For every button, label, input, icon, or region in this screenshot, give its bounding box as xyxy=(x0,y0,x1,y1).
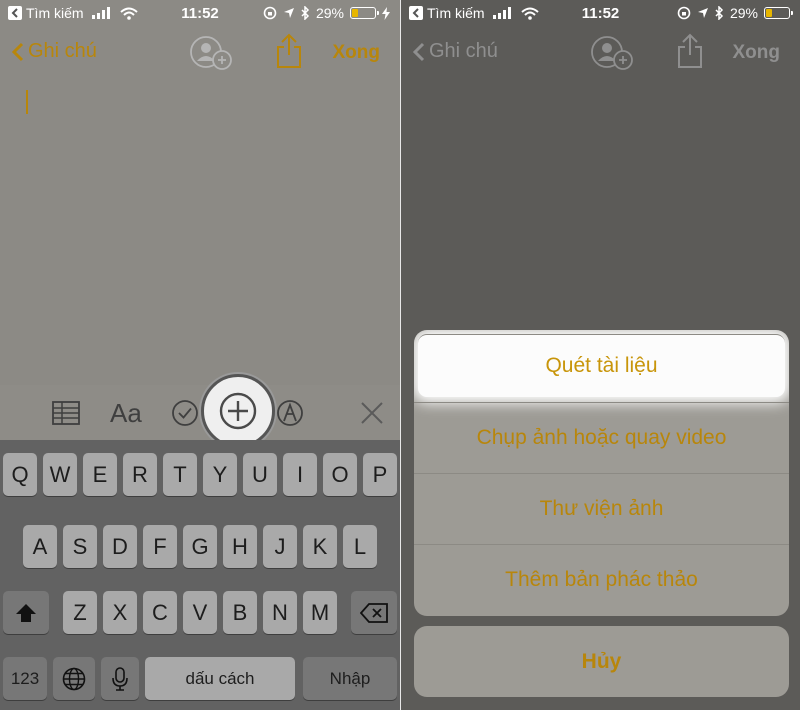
table-button[interactable] xyxy=(52,397,80,429)
key-j[interactable]: J xyxy=(263,525,297,568)
numbers-key[interactable]: 123 xyxy=(3,657,47,700)
photo-library-option[interactable]: Thư viện ảnh xyxy=(414,473,789,544)
charging-icon xyxy=(382,6,390,20)
rotation-lock-icon xyxy=(263,6,277,20)
key-t[interactable]: T xyxy=(163,453,197,496)
globe-key[interactable] xyxy=(53,657,95,700)
delete-key[interactable] xyxy=(351,591,397,634)
key-k[interactable]: K xyxy=(303,525,337,568)
key-e[interactable]: E xyxy=(83,453,117,496)
key-c[interactable]: C xyxy=(143,591,177,634)
add-sketch-option[interactable]: Thêm bản phác thảo xyxy=(414,544,789,615)
battery-percent: 29% xyxy=(315,5,344,21)
back-button[interactable]: Ghi chú xyxy=(12,40,97,63)
status-bar: Tìm kiếm 11:52 29% xyxy=(0,0,400,28)
key-q[interactable]: Q xyxy=(3,453,37,496)
key-u[interactable]: U xyxy=(243,453,277,496)
backspace-icon xyxy=(360,602,388,623)
nav-bar: Ghi chú Xong xyxy=(0,28,400,78)
key-v[interactable]: V xyxy=(183,591,217,634)
battery-icon-right xyxy=(764,7,793,19)
key-g[interactable]: G xyxy=(183,525,217,568)
close-icon xyxy=(361,402,383,424)
status-right: 29% xyxy=(263,5,390,21)
share-icon xyxy=(277,33,301,68)
key-y[interactable]: Y xyxy=(203,453,237,496)
location-icon-right xyxy=(697,8,708,18)
chevron-left-icon xyxy=(12,42,24,61)
add-people-button-right[interactable] xyxy=(589,34,635,77)
markup-button[interactable] xyxy=(276,397,304,429)
status-right-right: 29% xyxy=(677,5,793,21)
action-sheet: Quét tài liệu Chụp ảnh hoặc quay video T… xyxy=(414,330,789,616)
key-i[interactable]: I xyxy=(283,453,317,496)
key-s[interactable]: S xyxy=(63,525,97,568)
return-key[interactable]: Nhập xyxy=(303,657,397,700)
keyboard: Q W E R T Y U I O P A S D F G H J K L Z … xyxy=(0,440,400,710)
text-caret xyxy=(26,90,28,114)
add-attachment-button[interactable] xyxy=(201,374,275,448)
key-n[interactable]: N xyxy=(263,591,297,634)
right-screen: Tìm kiếm 11:52 29% Ghi chú Xong Quét tài… xyxy=(401,0,800,710)
back-label-right: Ghi chú xyxy=(429,40,498,62)
key-m[interactable]: M xyxy=(303,591,337,634)
battery-fill xyxy=(352,9,358,17)
back-label: Ghi chú xyxy=(28,40,97,62)
battery-fill-right xyxy=(766,9,772,17)
bluetooth-icon-right xyxy=(715,6,724,20)
key-w[interactable]: W xyxy=(43,453,77,496)
microphone-key[interactable] xyxy=(101,657,139,700)
status-bar-right: Tìm kiếm 11:52 29% xyxy=(401,0,800,28)
format-toolbar: Aa xyxy=(0,385,400,440)
done-button[interactable]: Xong xyxy=(333,42,381,64)
key-l[interactable]: L xyxy=(343,525,377,568)
markup-icon xyxy=(277,400,303,426)
cancel-button[interactable]: Hủy xyxy=(414,626,789,697)
checklist-button[interactable] xyxy=(171,397,199,429)
location-icon xyxy=(283,8,294,18)
add-people-button[interactable] xyxy=(188,34,234,77)
battery-icon xyxy=(350,7,379,19)
share-icon-right xyxy=(678,33,702,68)
shift-key[interactable] xyxy=(3,591,49,634)
key-h[interactable]: H xyxy=(223,525,257,568)
battery-percent-right: 29% xyxy=(729,5,758,21)
share-button[interactable] xyxy=(276,33,302,74)
space-key[interactable]: dấu cách xyxy=(145,657,295,700)
table-icon xyxy=(52,401,80,425)
shift-icon xyxy=(16,603,36,622)
bluetooth-icon xyxy=(301,6,310,20)
chevron-left-icon-right xyxy=(413,42,425,61)
key-z[interactable]: Z xyxy=(63,591,97,634)
close-toolbar-button[interactable] xyxy=(360,397,384,429)
key-p[interactable]: P xyxy=(363,453,397,496)
format-button[interactable]: Aa xyxy=(110,397,142,429)
key-a[interactable]: A xyxy=(23,525,57,568)
key-o[interactable]: O xyxy=(323,453,357,496)
add-people-icon xyxy=(190,36,232,70)
key-b[interactable]: B xyxy=(223,591,257,634)
back-button-right[interactable]: Ghi chú xyxy=(413,40,498,63)
key-f[interactable]: F xyxy=(143,525,177,568)
nav-bar-right: Ghi chú Xong xyxy=(401,28,800,78)
checklist-icon xyxy=(172,400,198,426)
left-screen: Tìm kiếm 11:52 29% Ghi chú Xong Aa Q W E… xyxy=(0,0,400,710)
key-x[interactable]: X xyxy=(103,591,137,634)
add-people-icon-right xyxy=(591,36,633,70)
take-photo-option[interactable]: Chụp ảnh hoặc quay video xyxy=(414,402,789,473)
microphone-icon xyxy=(112,666,128,691)
scan-document-option[interactable]: Quét tài liệu xyxy=(418,334,785,397)
key-r[interactable]: R xyxy=(123,453,157,496)
globe-icon xyxy=(62,667,86,690)
key-d[interactable]: D xyxy=(103,525,137,568)
rotation-lock-icon-right xyxy=(677,6,691,20)
plus-circle-icon xyxy=(219,392,257,430)
share-button-right[interactable] xyxy=(677,33,703,74)
done-button-right[interactable]: Xong xyxy=(733,42,781,64)
